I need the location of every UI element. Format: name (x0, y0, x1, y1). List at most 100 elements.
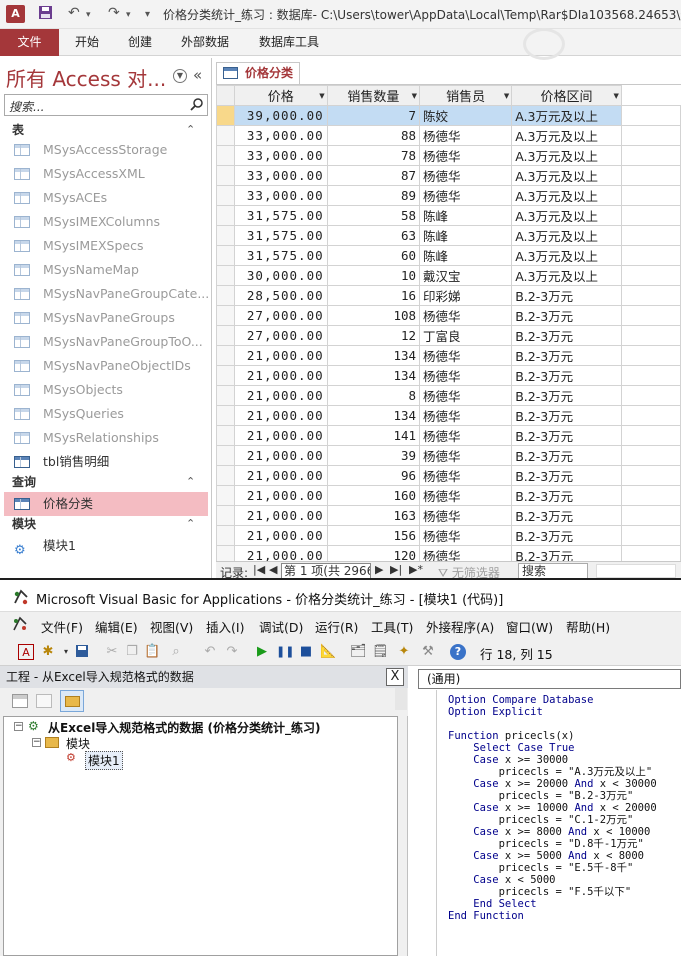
document-tab-query[interactable]: 价格分类 (216, 62, 300, 84)
cell-salesperson[interactable]: 杨德华 (419, 345, 513, 366)
prev-record-icon[interactable]: ◀ (269, 563, 277, 576)
redo-icon[interactable]: ↷ (108, 5, 120, 21)
view-code-icon[interactable] (12, 694, 28, 708)
cell-price[interactable]: 30,000.00 (233, 265, 328, 286)
cell-salesperson[interactable]: 陈姣 (419, 105, 513, 126)
cell-salesperson[interactable]: 印彩娣 (419, 285, 513, 306)
cell-quantity[interactable]: 141 (326, 425, 421, 446)
cell-price[interactable]: 33,000.00 (233, 125, 328, 146)
column-dropdown-icon[interactable]: ▼ (412, 92, 417, 100)
column-header-price[interactable]: 价格 ▼ (233, 85, 328, 106)
vertical-scrollbar[interactable] (395, 688, 407, 710)
cell-price-range[interactable]: A.3万元及以上 (511, 245, 622, 266)
record-search-input[interactable]: 搜索 (518, 563, 588, 579)
table-row[interactable]: 27,000.00 12 丁富良 B.2-3万元 (216, 325, 681, 346)
tab-home[interactable]: 开始 (61, 29, 113, 56)
cell-price-range[interactable]: B.2-3万元 (511, 505, 622, 526)
properties-icon[interactable]: 🗒 (372, 644, 389, 660)
cell-quantity[interactable]: 7 (326, 105, 421, 126)
cell-salesperson[interactable]: 陈峰 (419, 225, 513, 246)
copy-icon[interactable]: ❐ (124, 644, 140, 660)
cell-price[interactable]: 33,000.00 (233, 165, 328, 186)
cell-price[interactable]: 33,000.00 (233, 145, 328, 166)
next-record-icon[interactable]: ▶ (375, 563, 383, 576)
cell-price-range[interactable]: B.2-3万元 (511, 545, 622, 561)
collapse-pane-icon[interactable]: « (193, 66, 202, 84)
group-tables-header[interactable]: 表 (12, 120, 24, 140)
table-row[interactable]: 33,000.00 89 杨德华 A.3万元及以上 (216, 185, 681, 206)
cell-salesperson[interactable]: 杨德华 (419, 385, 513, 406)
menu-view[interactable]: 视图(V) (150, 617, 193, 636)
cell-quantity[interactable]: 134 (326, 365, 421, 386)
cell-price-range[interactable]: B.2-3万元 (511, 305, 622, 326)
column-dropdown-icon[interactable]: ▼ (613, 92, 618, 100)
row-selector[interactable] (216, 205, 235, 226)
cell-price[interactable]: 21,000.00 (233, 505, 328, 526)
horizontal-scrollbar[interactable] (596, 564, 676, 578)
cell-salesperson[interactable]: 杨德华 (419, 545, 513, 561)
cell-quantity[interactable]: 120 (326, 545, 421, 561)
nav-item-table[interactable]: MSysIMEXSpecs (0, 234, 210, 258)
cell-price[interactable]: 21,000.00 (233, 385, 328, 406)
table-row[interactable]: 39,000.00 7 陈姣 A.3万元及以上 (216, 105, 681, 126)
nav-item-table[interactable]: MSysNavPaneObjectIDs (0, 354, 210, 378)
new-record-icon[interactable]: ▶* (409, 563, 423, 576)
menu-insert[interactable]: 插入(I) (206, 617, 244, 636)
table-row[interactable]: 31,575.00 58 陈峰 A.3万元及以上 (216, 205, 681, 226)
cell-price-range[interactable]: A.3万元及以上 (511, 225, 622, 246)
cell-price-range[interactable]: B.2-3万元 (511, 425, 622, 446)
chevron-up-icon[interactable]: ⌃ (186, 514, 195, 534)
cell-salesperson[interactable]: 杨德华 (419, 525, 513, 546)
menu-debug[interactable]: 调试(D) (259, 617, 303, 636)
menu-addins[interactable]: 外接程序(A) (426, 617, 494, 636)
cell-price-range[interactable]: B.2-3万元 (511, 445, 622, 466)
search-icon[interactable] (190, 97, 204, 111)
first-record-icon[interactable]: |◀ (253, 563, 265, 576)
nav-item-table[interactable]: MSysNavPaneGroupToO... (0, 330, 210, 354)
nav-item-query[interactable]: 价格分类 (4, 492, 208, 516)
column-dropdown-icon[interactable]: ▼ (319, 92, 324, 100)
table-row[interactable]: 28,500.00 16 印彩娣 B.2-3万元 (216, 285, 681, 306)
object-browser-icon[interactable]: ✦ (396, 644, 412, 660)
column-header-price-range[interactable]: 价格区间 ▼ (511, 85, 622, 106)
tree-modules-folder[interactable]: 模块 (66, 735, 90, 752)
cell-salesperson[interactable]: 杨德华 (419, 465, 513, 486)
cell-price[interactable]: 21,000.00 (233, 345, 328, 366)
row-selector[interactable] (216, 425, 235, 446)
cell-price[interactable]: 21,000.00 (233, 525, 328, 546)
cell-salesperson[interactable]: 杨德华 (419, 125, 513, 146)
toolbox-icon[interactable]: ⚒ (420, 644, 436, 660)
nav-item-table[interactable]: MSysIMEXColumns (0, 210, 210, 234)
cell-quantity[interactable]: 78 (326, 145, 421, 166)
row-selector[interactable] (216, 185, 235, 206)
customize-qat-icon[interactable]: ▾ (145, 9, 150, 20)
table-row[interactable]: 31,575.00 63 陈峰 A.3万元及以上 (216, 225, 681, 246)
cell-quantity[interactable]: 16 (326, 285, 421, 306)
design-mode-icon[interactable]: 📐 (320, 644, 336, 660)
cell-salesperson[interactable]: 杨德华 (419, 405, 513, 426)
cell-price-range[interactable]: B.2-3万元 (511, 345, 622, 366)
menu-run[interactable]: 运行(R) (315, 617, 358, 636)
project-tree[interactable]: − ⚙ 从Excel导入规范格式的数据 (价格分类统计_练习) − 模块 ⚙ 模… (3, 716, 398, 956)
cell-salesperson[interactable]: 杨德华 (419, 425, 513, 446)
menu-file[interactable]: 文件(F) (41, 617, 83, 636)
last-record-icon[interactable]: ▶| (390, 563, 402, 576)
table-row[interactable]: 30,000.00 10 戴汉宝 A.3万元及以上 (216, 265, 681, 286)
cell-price-range[interactable]: B.2-3万元 (511, 365, 622, 386)
nav-item-table[interactable]: tbl销售明细 (0, 450, 210, 474)
collapse-node-icon[interactable]: − (32, 738, 41, 747)
tab-database-tools[interactable]: 数据库工具 (245, 29, 333, 56)
cell-price[interactable]: 27,000.00 (233, 305, 328, 326)
cell-price-range[interactable]: A.3万元及以上 (511, 105, 622, 126)
row-selector[interactable] (216, 405, 235, 426)
column-header-salesperson[interactable]: 销售员 ▼ (419, 85, 513, 106)
cell-price-range[interactable]: B.2-3万元 (511, 385, 622, 406)
cell-quantity[interactable]: 156 (326, 525, 421, 546)
table-row[interactable]: 21,000.00 120 杨德华 B.2-3万元 (216, 545, 681, 561)
nav-item-table[interactable]: MSysObjects (0, 378, 210, 402)
cell-salesperson[interactable]: 戴汉宝 (419, 265, 513, 286)
cell-price[interactable]: 31,575.00 (233, 245, 328, 266)
cell-price[interactable]: 21,000.00 (233, 485, 328, 506)
nav-item-table[interactable]: MSysACEs (0, 186, 210, 210)
cell-price[interactable]: 21,000.00 (233, 365, 328, 386)
